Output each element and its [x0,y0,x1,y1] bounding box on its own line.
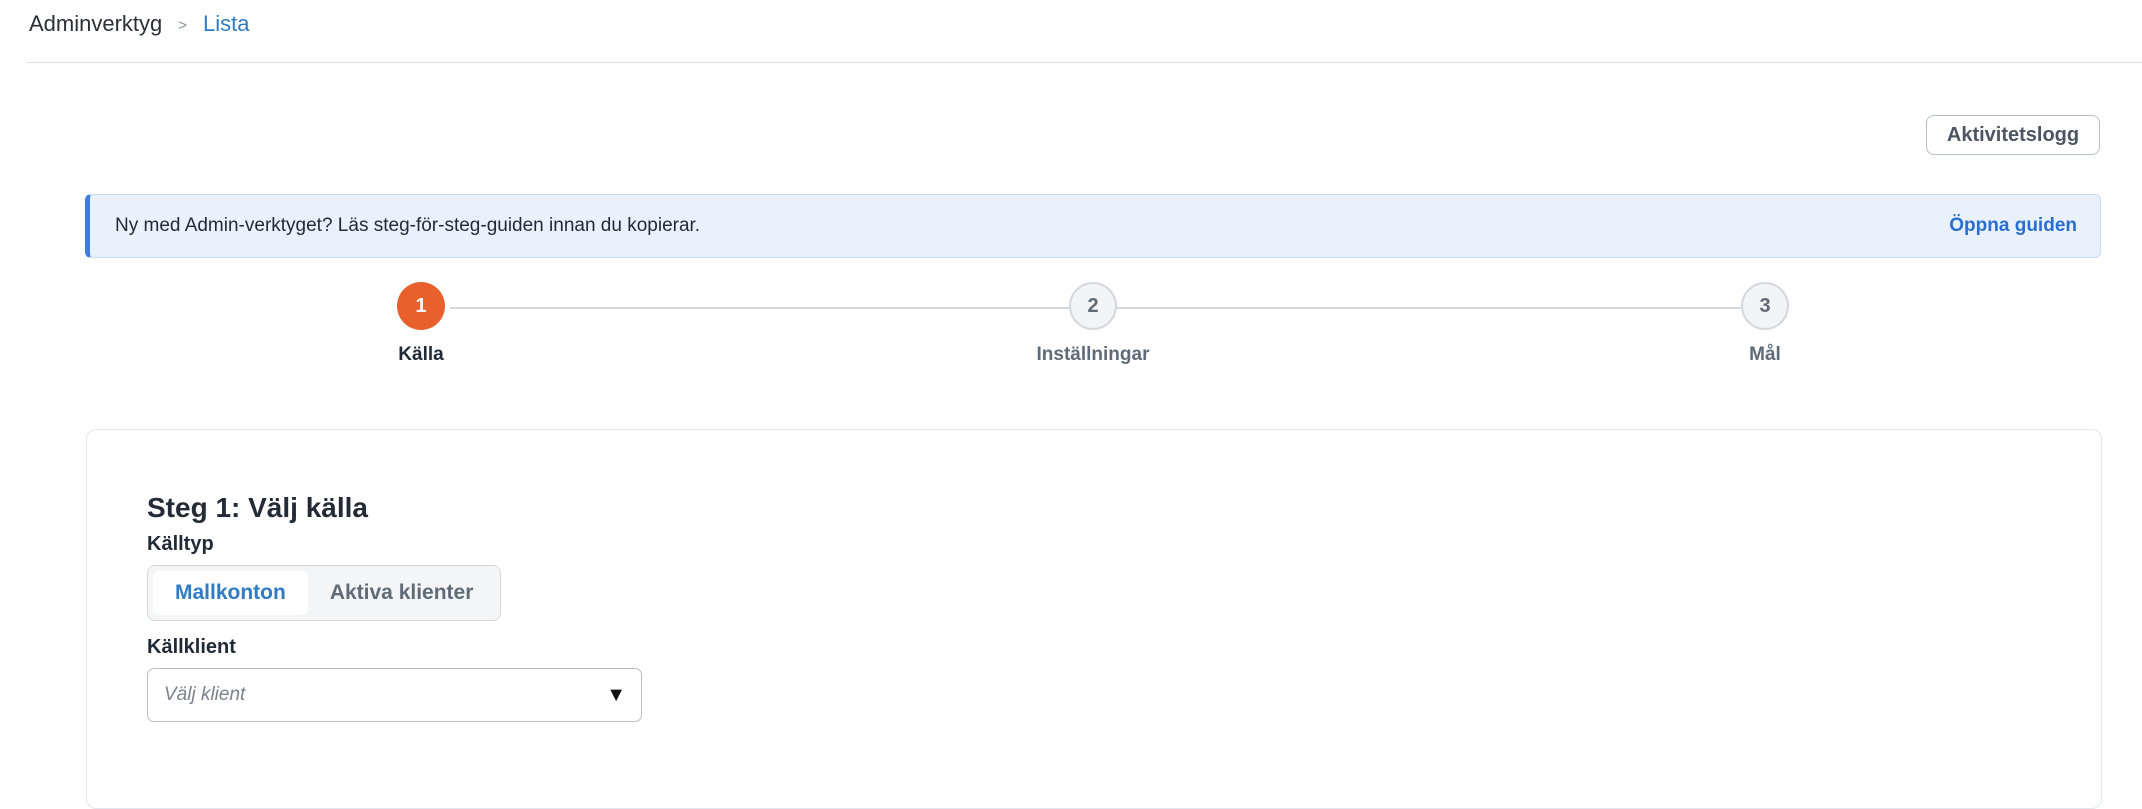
source-type-toggle: Mallkonton Aktiva klienter [147,565,501,621]
stepper-connector [450,307,1074,309]
breadcrumb: Adminverktyg > Lista [29,11,250,37]
header-divider [27,62,2142,63]
source-type-option-template-accounts[interactable]: Mallkonton [153,571,308,615]
activity-log-button[interactable]: Aktivitetslogg [1926,115,2100,155]
step-label: Källa [398,344,444,365]
step-settings[interactable]: 2 Inställningar [1023,282,1163,366]
source-client-label: Källklient [147,636,236,658]
step-title: Steg 1: Välj källa [147,492,368,523]
step-number-badge: 2 [1069,282,1117,330]
source-type-label: Källtyp [147,533,214,555]
stepper-connector [1117,307,1741,309]
step-target[interactable]: 3 Mål [1695,282,1835,366]
top-bar: Adminverktyg > Lista [0,0,2142,63]
step-source[interactable]: 1 Källa [351,282,491,366]
open-guide-link[interactable]: Öppna guiden [1949,215,2077,237]
step-card: Steg 1: Välj källa Källtyp Mallkonton Ak… [86,429,2102,809]
guide-banner: Ny med Admin-verktyget? Läs steg-för-ste… [85,194,2101,258]
source-type-option-active-clients[interactable]: Aktiva klienter [308,571,496,615]
step-label: Mål [1749,344,1781,365]
breadcrumb-root[interactable]: Adminverktyg [29,11,162,37]
guide-banner-text: Ny med Admin-verktyget? Läs steg-för-ste… [115,215,701,236]
wizard-stepper: 1 Källa 2 Inställningar 3 Mål [0,282,2142,372]
chevron-down-icon: ▼ [606,683,626,706]
step-number-badge: 3 [1741,282,1789,330]
step-label: Inställningar [1036,344,1150,365]
breadcrumb-separator-icon: > [178,16,188,34]
select-placeholder: Välj klient [164,684,246,705]
step-number-badge: 1 [397,282,445,330]
source-client-select[interactable]: Välj klient ▼ [147,668,642,722]
breadcrumb-current[interactable]: Lista [203,11,249,37]
